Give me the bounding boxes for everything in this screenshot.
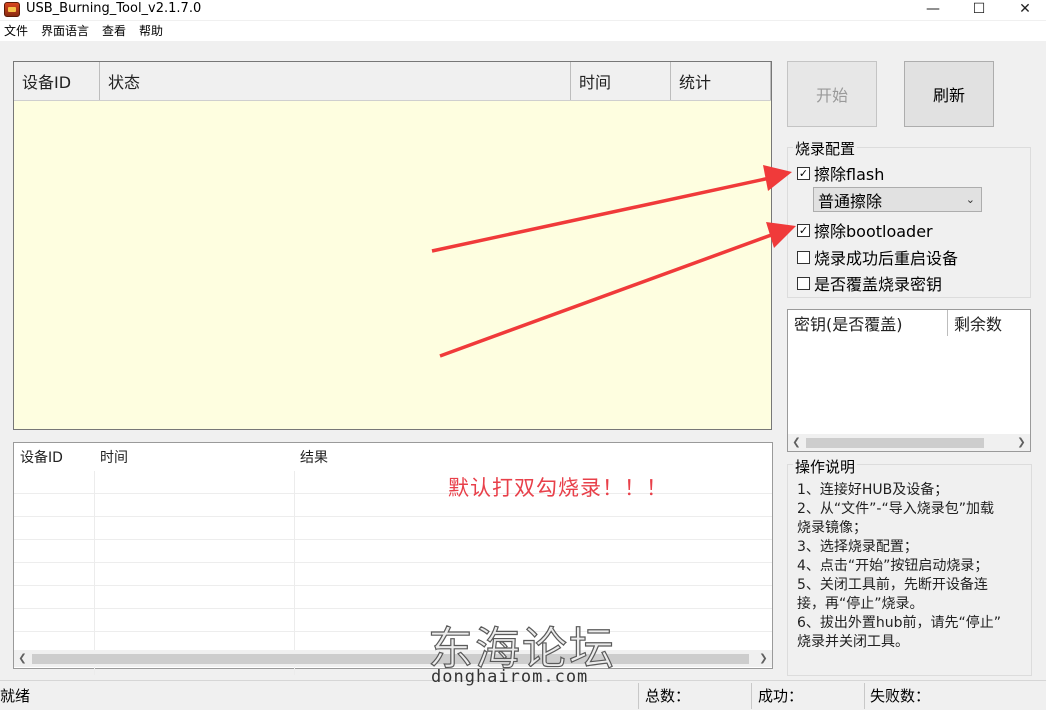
scroll-right-icon[interactable]: ❯	[1013, 434, 1030, 451]
overwrite-key-checkbox[interactable]: 是否覆盖烧录密钥	[797, 271, 942, 295]
device-table[interactable]: 设备ID 状态 时间 统计	[13, 61, 772, 430]
checkbox-checked-icon: ✓	[797, 223, 810, 237]
window-title: USB_Burning_Tool_v2.1.7.0	[26, 1, 202, 16]
erase-mode-select[interactable]: 普通擦除 ⌄	[813, 187, 982, 212]
column-result-time[interactable]: 时间	[94, 443, 294, 471]
column-stats[interactable]: 统计	[671, 62, 771, 100]
status-fail-label: 失败数：	[870, 687, 931, 705]
scroll-left-icon[interactable]: ❮	[788, 434, 805, 451]
instructions-title: 操作说明	[793, 456, 858, 477]
start-button[interactable]: 开始	[787, 61, 877, 127]
chevron-down-icon: ⌄	[965, 193, 975, 206]
instruction-line: 1、连接好HUB及设备；	[797, 482, 949, 498]
checkbox-unchecked-icon	[797, 250, 810, 264]
instruction-line: 4、点击“开始”按钮启动烧录；	[797, 558, 989, 574]
instruction-line: 烧录并关闭工具。	[797, 634, 909, 650]
status-divider	[638, 683, 639, 709]
status-success-label: 成功：	[758, 687, 804, 705]
erase-flash-checkbox[interactable]: ✓ 擦除flash	[797, 161, 884, 185]
app-icon	[4, 2, 20, 17]
burn-config-title: 烧录配置	[793, 138, 858, 159]
result-table-scrollbar[interactable]: ❮ ❯	[14, 650, 772, 667]
maximize-icon[interactable]: ☐	[956, 0, 1002, 18]
reboot-after-label: 烧录成功后重启设备	[814, 249, 959, 268]
device-table-header: 设备ID 状态 时间 统计	[14, 62, 771, 101]
column-result-device-id[interactable]: 设备ID	[14, 443, 94, 471]
instruction-line: 接，再“停止”烧录。	[797, 596, 924, 612]
instruction-line: 2、从“文件”-“导入烧录包”加载	[797, 501, 994, 517]
column-result[interactable]: 结果	[294, 443, 594, 471]
menu-file[interactable]: 文件	[0, 21, 34, 41]
status-state: 就绪	[0, 687, 31, 705]
reboot-after-checkbox[interactable]: 烧录成功后重启设备	[797, 245, 958, 269]
watermark: 东海论坛 donghairom.com	[427, 612, 628, 692]
menu-help[interactable]: 帮助	[135, 21, 169, 41]
menu-language[interactable]: 界面语言	[37, 21, 95, 41]
column-divider	[94, 471, 95, 675]
column-divider	[294, 471, 295, 675]
instruction-line: 3、选择烧录配置；	[797, 539, 918, 555]
erase-bootloader-checkbox[interactable]: ✓ 擦除bootloader	[797, 218, 933, 242]
refresh-button[interactable]: 刷新	[904, 61, 994, 127]
watermark-url: donghairom.com	[431, 667, 589, 687]
close-icon[interactable]: ✕	[1002, 0, 1046, 18]
title-bar: USB_Burning_Tool_v2.1.7.0 — ☐ ✕	[0, 0, 1046, 20]
instruction-line: 6、拔出外置hub前，请先“停止”	[797, 615, 1002, 631]
key-table-scrollbar[interactable]: ❮ ❯	[788, 434, 1030, 451]
status-divider	[751, 683, 752, 709]
status-total-label: 总数：	[645, 687, 691, 705]
scrollbar-thumb[interactable]	[32, 654, 749, 664]
column-remaining[interactable]: 剩余数	[948, 310, 1030, 336]
result-table-header: 设备ID 时间 结果	[14, 443, 772, 471]
column-status[interactable]: 状态	[100, 62, 571, 100]
instruction-line: 5、关闭工具前，先断开设备连	[797, 577, 988, 593]
instruction-line: 烧录镜像；	[797, 520, 867, 536]
erase-mode-value: 普通擦除	[818, 191, 883, 211]
erase-flash-label: 擦除flash	[814, 165, 885, 184]
column-time[interactable]: 时间	[571, 62, 671, 100]
menu-view[interactable]: 查看	[98, 21, 132, 41]
overwrite-key-label: 是否覆盖烧录密钥	[814, 275, 943, 294]
scroll-right-icon[interactable]: ❯	[755, 650, 772, 667]
scroll-left-icon[interactable]: ❮	[14, 650, 31, 667]
key-table-header: 密钥(是否覆盖) 剩余数	[788, 310, 1030, 336]
checkbox-unchecked-icon	[797, 276, 810, 290]
checkbox-checked-icon: ✓	[797, 166, 810, 180]
menu-bar: 文件 界面语言 查看 帮助	[0, 21, 1046, 41]
minimize-icon[interactable]: —	[910, 0, 956, 18]
annotation-note: 默认打双勾烧录！！！	[448, 476, 668, 500]
scrollbar-thumb[interactable]	[806, 438, 984, 448]
instructions-text: 1、连接好HUB及设备； 2、从“文件”-“导入烧录包”加载 烧录镜像； 3、选…	[797, 481, 1032, 652]
status-divider	[864, 683, 865, 709]
column-key[interactable]: 密钥(是否覆盖)	[788, 310, 948, 336]
column-device-id[interactable]: 设备ID	[14, 62, 100, 100]
erase-bootloader-label: 擦除bootloader	[814, 222, 933, 241]
key-table[interactable]: 密钥(是否覆盖) 剩余数 ❮ ❯	[787, 309, 1031, 452]
